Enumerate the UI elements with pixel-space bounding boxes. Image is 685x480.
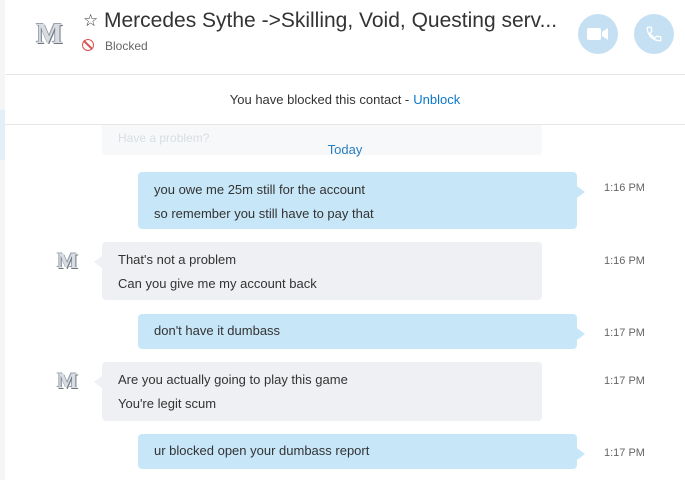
conversation-header: M ☆ Mercedes Sythe ->Skilling, Void, Que… <box>5 0 685 75</box>
message-time: 1:17 PM <box>604 447 645 459</box>
blocked-banner-text: You have blocked this contact - <box>229 92 410 107</box>
message-time: 1:17 PM <box>604 327 645 339</box>
message-text: so remember you still have to pay that <box>154 206 374 221</box>
message-text: you owe me 25m still for the account <box>154 182 365 197</box>
incoming-message[interactable]: That's not a problem Can you give me my … <box>94 242 542 300</box>
video-camera-icon <box>587 28 608 40</box>
phone-icon <box>646 26 662 42</box>
contact-name[interactable]: Mercedes Sythe ->Skilling, Void, Questin… <box>104 9 559 33</box>
audio-call-button[interactable] <box>634 14 674 54</box>
message-text: Can you give me my account back <box>118 276 317 291</box>
sender-avatar[interactable]: M <box>52 368 82 393</box>
message-text: ur blocked open your dumbass report <box>154 443 370 458</box>
outgoing-message[interactable]: you owe me 25m still for the account so … <box>138 172 585 229</box>
message-text: don't have it dumbass <box>154 323 281 338</box>
sender-avatar[interactable]: M <box>52 248 82 273</box>
day-separator: Today <box>327 142 363 157</box>
message-time: 1:16 PM <box>604 182 645 194</box>
message-list[interactable]: Have a problem? Today you owe me 25m sti… <box>5 125 685 480</box>
unblock-link[interactable]: Unblock <box>413 92 460 107</box>
message-text: Are you actually going to play this game <box>118 372 348 387</box>
incoming-message[interactable]: Are you actually going to play this game… <box>94 362 542 421</box>
contact-avatar[interactable]: M <box>32 19 66 50</box>
blocked-banner: You have blocked this contact - Unblock <box>5 75 685 125</box>
message-text: That's not a problem <box>118 252 237 267</box>
message-text: You're legit scum <box>118 396 217 411</box>
favorite-star-icon[interactable]: ☆ <box>83 11 98 31</box>
outgoing-message[interactable]: ur blocked open your dumbass report <box>138 434 585 469</box>
message-time: 1:17 PM <box>604 375 645 387</box>
contact-status: Blocked <box>105 39 148 53</box>
outgoing-message[interactable]: don't have it dumbass <box>138 314 585 349</box>
blocked-icon <box>82 39 94 51</box>
video-call-button[interactable] <box>578 14 618 54</box>
message-time: 1:16 PM <box>604 255 645 267</box>
